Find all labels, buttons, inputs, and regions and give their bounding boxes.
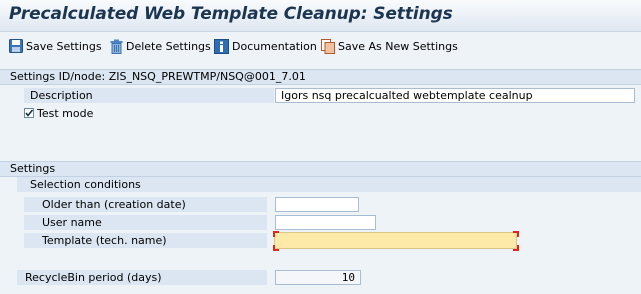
user-name-field[interactable] — [275, 215, 376, 230]
trash-icon — [110, 39, 123, 54]
settings-id-header: Settings ID/node: ZIS_NSQ_PREWTMP/NSQ@00… — [0, 69, 641, 85]
recyclebin-label: RecycleBin period (days) — [25, 271, 162, 284]
recyclebin-label-cell: RecycleBin period (days) — [17, 270, 267, 286]
older-than-label-cell: Older than (creation date) — [24, 197, 267, 213]
settings-section-label: Settings — [10, 162, 56, 175]
save-settings-button[interactable]: Save Settings — [9, 37, 102, 55]
delete-settings-label: Delete Settings — [126, 39, 211, 53]
page-title: Precalculated Web Template Cleanup: Sett… — [9, 4, 453, 24]
description-field[interactable]: Igors nsq precalcualted webtemplate ceal… — [275, 88, 635, 103]
save-icon — [9, 39, 23, 53]
save-as-new-settings-button[interactable]: Save As New Settings — [321, 37, 458, 55]
recyclebin-field[interactable]: 10 — [275, 270, 361, 285]
selection-conditions-header: Selection conditions — [17, 177, 641, 192]
documentation-button[interactable]: Documentation — [214, 37, 317, 55]
delete-settings-button[interactable]: Delete Settings — [110, 37, 211, 55]
user-name-label-cell: User name — [24, 215, 267, 231]
settings-id-label: Settings ID/node: ZIS_NSQ_PREWTMP/NSQ@00… — [10, 70, 306, 83]
info-icon — [214, 38, 229, 54]
required-marker-bottom-left — [273, 245, 279, 251]
description-label-cell: Description — [24, 88, 274, 104]
application-toolbar: Save Settings Delete Settings Documentat… — [0, 32, 641, 61]
required-marker-top-right — [513, 231, 519, 237]
required-marker-top-left — [273, 231, 279, 237]
required-marker-bottom-right — [513, 245, 519, 251]
title-bar: Precalculated Web Template Cleanup: Sett… — [0, 0, 641, 32]
selection-conditions-label: Selection conditions — [30, 178, 141, 191]
test-mode-label: Test mode — [37, 107, 94, 120]
description-value: Igors nsq precalcualted webtemplate ceal… — [281, 89, 533, 102]
older-than-label: Older than (creation date) — [42, 198, 186, 211]
save-as-new-settings-label: Save As New Settings — [338, 39, 458, 53]
test-mode-checkbox[interactable] — [24, 108, 34, 118]
template-field[interactable] — [274, 232, 517, 249]
user-name-label: User name — [42, 216, 102, 229]
older-than-field[interactable] — [275, 197, 359, 212]
settings-section-header: Settings — [0, 161, 641, 177]
save-settings-label: Save Settings — [26, 39, 102, 53]
template-label: Template (tech. name) — [42, 234, 167, 247]
description-label: Description — [30, 89, 93, 102]
checkmark-icon — [25, 109, 34, 117]
documentation-label: Documentation — [232, 39, 317, 53]
template-label-cell: Template (tech. name) — [24, 233, 267, 249]
recyclebin-value: 10 — [341, 271, 355, 284]
copy-icon — [321, 38, 335, 54]
